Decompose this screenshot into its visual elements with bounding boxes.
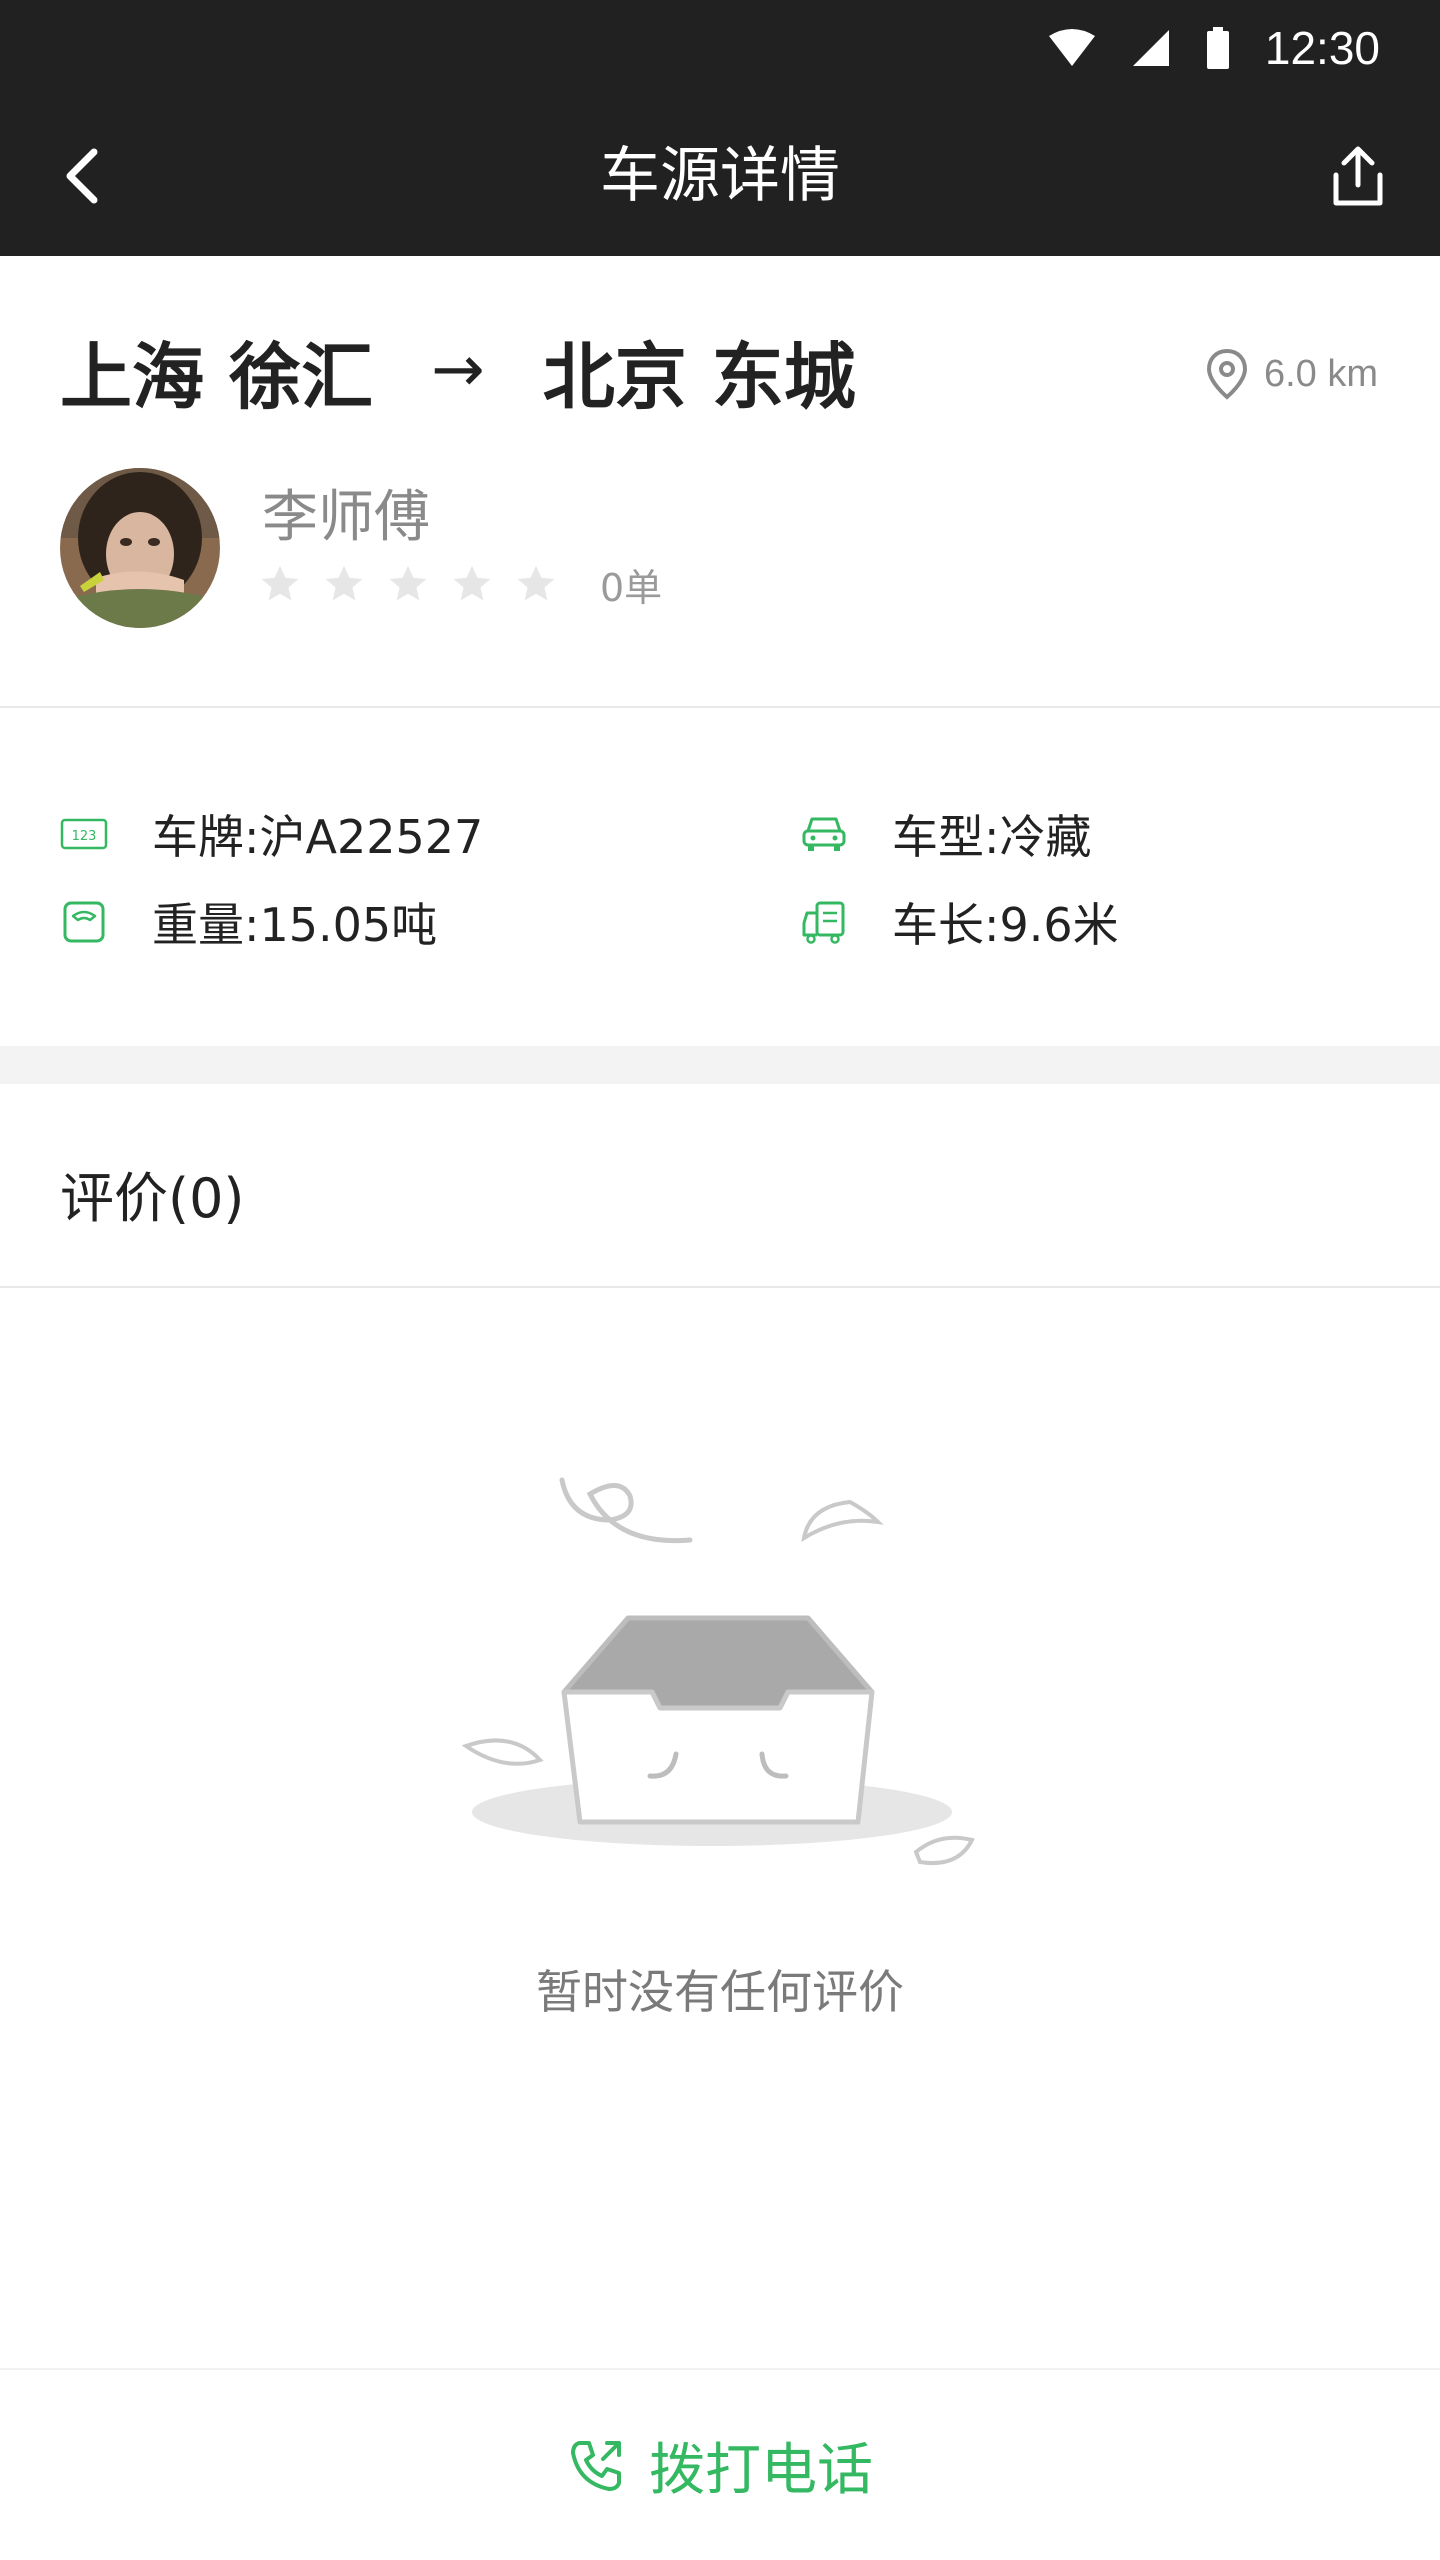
call-button-label: 拨打电话 xyxy=(649,2437,873,2503)
share-button[interactable] xyxy=(1316,134,1400,218)
call-button[interactable]: 拨打电话 xyxy=(0,2368,1440,2560)
svg-text:123: 123 xyxy=(72,829,97,844)
route-section: 上海 徐汇 → 北京 东城 6.0 km 李师傅 0单 xyxy=(0,256,1440,708)
status-bar: 12:30 xyxy=(0,0,1440,96)
star-icon xyxy=(453,565,491,601)
plate-text: 车牌:沪A22527 xyxy=(152,810,484,864)
location-pin-icon xyxy=(1206,348,1247,400)
driver-avatar-image xyxy=(60,468,220,628)
empty-reviews-text: 暂时没有任何评价 xyxy=(536,1965,904,2019)
page-title: 车源详情 xyxy=(600,141,840,211)
plate-number-icon: 123 xyxy=(60,810,108,858)
car-icon xyxy=(800,810,848,858)
avatar xyxy=(60,468,220,628)
star-icon xyxy=(389,565,427,601)
rating-stars xyxy=(258,562,558,606)
route-arrow: → xyxy=(431,333,485,407)
order-count: 0单 xyxy=(600,566,663,610)
vehicle-length-item: 车长:9.6米 xyxy=(800,892,1119,952)
app-bar: 车源详情 xyxy=(0,96,1440,256)
plate-item: 123 车牌:沪A22527 xyxy=(60,804,483,864)
star-icon xyxy=(325,565,363,601)
route-line: 上海 徐汇 → 北京 东城 xyxy=(60,320,856,420)
vehicle-info: 123 车牌:沪A22527 车型:冷藏 重量:15.05吨 车长:9.6米 xyxy=(0,710,1440,1046)
scale-icon xyxy=(60,898,108,946)
share-icon xyxy=(1333,146,1383,206)
wifi-icon xyxy=(1048,29,1095,66)
empty-box-illustration xyxy=(440,1460,1000,1900)
weight-text: 重量:15.05吨 xyxy=(152,898,438,952)
star-icon xyxy=(517,565,555,601)
battery-icon xyxy=(1206,27,1229,69)
distance-value: 6.0 km xyxy=(1263,352,1378,395)
driver-name: 李师傅 xyxy=(262,485,430,550)
route-destination: 北京 东城 xyxy=(542,334,856,419)
truck-icon xyxy=(800,898,848,946)
section-separator xyxy=(0,1046,1440,1084)
status-time: 12:30 xyxy=(1264,22,1380,74)
reviews-header: 评价(0) xyxy=(0,1084,1440,1288)
vehicle-length-text: 车长:9.6米 xyxy=(892,898,1119,952)
weight-item: 重量:15.05吨 xyxy=(60,892,437,952)
route-origin: 上海 徐汇 xyxy=(60,334,374,419)
reviews-title: 评价(0) xyxy=(60,1167,245,1230)
vehicle-type-text: 车型:冷藏 xyxy=(892,810,1092,864)
cellular-signal-icon xyxy=(1132,30,1169,66)
distance-info: 6.0 km xyxy=(1206,346,1378,402)
vehicle-type-item: 车型:冷藏 xyxy=(800,804,1092,864)
status-icons: 12:30 xyxy=(1047,20,1380,76)
phone-icon xyxy=(571,2441,621,2491)
star-icon xyxy=(261,565,299,601)
